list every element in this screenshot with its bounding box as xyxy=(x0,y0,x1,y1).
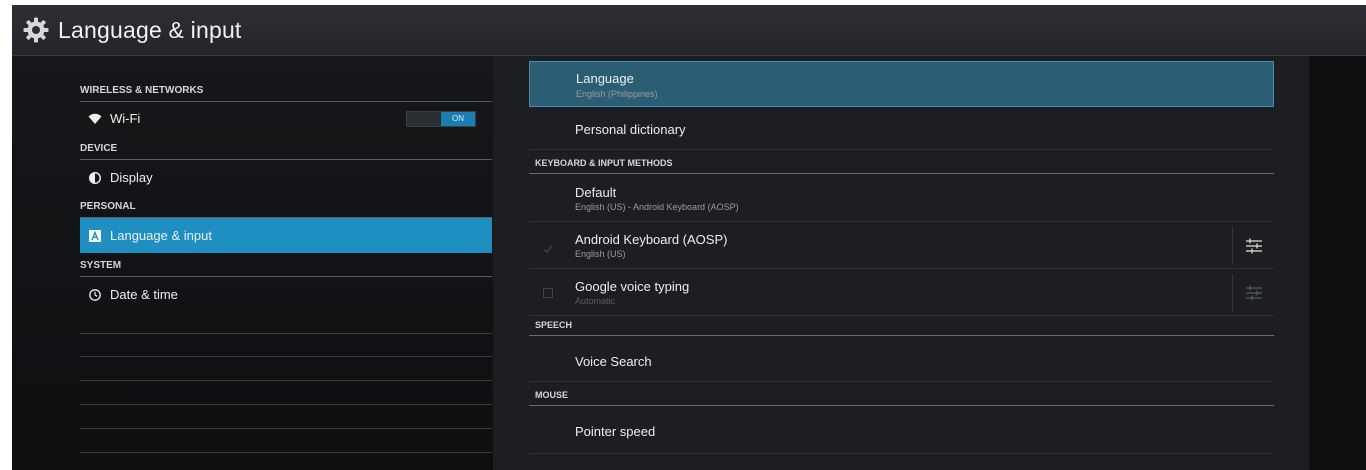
sidebar-item-label: Display xyxy=(110,170,153,185)
category-keyboard-input-methods: KEYBOARD & INPUT METHODS xyxy=(529,158,1274,174)
pref-title: Voice Search xyxy=(575,354,652,369)
wifi-toggle[interactable]: ON xyxy=(406,111,476,127)
list-divider xyxy=(80,333,492,334)
list-divider xyxy=(80,404,492,405)
sidebar-item-label: Date & time xyxy=(110,287,178,302)
headers-pane: WIRELESS & NETWORKS Wi-Fi ON DEVICE Disp… xyxy=(12,56,493,470)
list-divider xyxy=(80,428,492,429)
list-divider xyxy=(80,380,492,381)
pref-title: Personal dictionary xyxy=(575,122,686,137)
divider xyxy=(1232,227,1233,265)
category-personal: PERSONAL xyxy=(80,201,492,218)
pref-summary: English (US) - Android Keyboard (AOSP) xyxy=(575,202,739,212)
pref-android-keyboard[interactable]: Android Keyboard (AOSP) English (US) xyxy=(529,223,1274,269)
pref-voice-search[interactable]: Voice Search xyxy=(529,338,1274,382)
pref-language[interactable]: Language English (Philippines) xyxy=(529,61,1274,107)
sidebar-item-label: Language & input xyxy=(110,228,212,243)
list-divider xyxy=(80,452,492,453)
toggle-state: ON xyxy=(441,112,475,126)
checkbox-unchecked[interactable] xyxy=(543,288,553,298)
sidebar-item-label: Wi-Fi xyxy=(110,111,141,126)
checkbox-checked[interactable] xyxy=(543,241,553,253)
clock-icon xyxy=(88,288,102,302)
pref-title: Language xyxy=(576,71,634,86)
divider xyxy=(1232,274,1233,312)
category-device: DEVICE xyxy=(80,143,492,160)
category-wireless-networks: WIRELESS & NETWORKS xyxy=(80,85,492,102)
preferences-pane: Language English (Philippines) Personal … xyxy=(493,56,1309,470)
pref-summary: English (Philippines) xyxy=(576,89,658,99)
gear-icon[interactable] xyxy=(22,16,50,44)
sliders-icon[interactable] xyxy=(1244,236,1264,256)
pref-title: Default xyxy=(575,185,617,200)
category-system: SYSTEM xyxy=(80,260,492,277)
category-speech: SPEECH xyxy=(529,320,1274,336)
sidebar-item-display[interactable]: Display xyxy=(80,160,492,195)
pref-title: Android Keyboard (AOSP) xyxy=(575,232,728,247)
sidebar-item-language-input[interactable]: Language & input xyxy=(80,218,492,253)
pref-title: Google voice typing xyxy=(575,279,690,294)
sliders-icon[interactable] xyxy=(1244,283,1264,303)
list-divider xyxy=(80,356,492,357)
background-edge xyxy=(1309,56,1366,470)
wifi-icon xyxy=(88,112,102,126)
pref-default-input[interactable]: Default English (US) - Android Keyboard … xyxy=(529,176,1274,222)
page-title: Language & input xyxy=(58,16,242,43)
pref-summary: English (US) xyxy=(575,249,626,259)
keyboard-a-icon xyxy=(88,229,102,243)
sidebar-item-date-time[interactable]: Date & time xyxy=(80,277,492,312)
settings-window: Language & input WIRELESS & NETWORKS Wi-… xyxy=(12,5,1366,470)
pref-summary: Automatic xyxy=(575,296,616,306)
category-mouse: MOUSE xyxy=(529,390,1274,406)
action-bar: Language & input xyxy=(12,5,1366,56)
sidebar-item-wifi[interactable]: Wi-Fi ON xyxy=(80,101,492,136)
pref-personal-dictionary[interactable]: Personal dictionary xyxy=(529,108,1274,150)
brightness-icon xyxy=(88,171,102,185)
pref-pointer-speed[interactable]: Pointer speed xyxy=(529,408,1274,454)
pref-title: Pointer speed xyxy=(575,424,656,439)
pref-google-voice-typing[interactable]: Google voice typing Automatic xyxy=(529,270,1274,316)
